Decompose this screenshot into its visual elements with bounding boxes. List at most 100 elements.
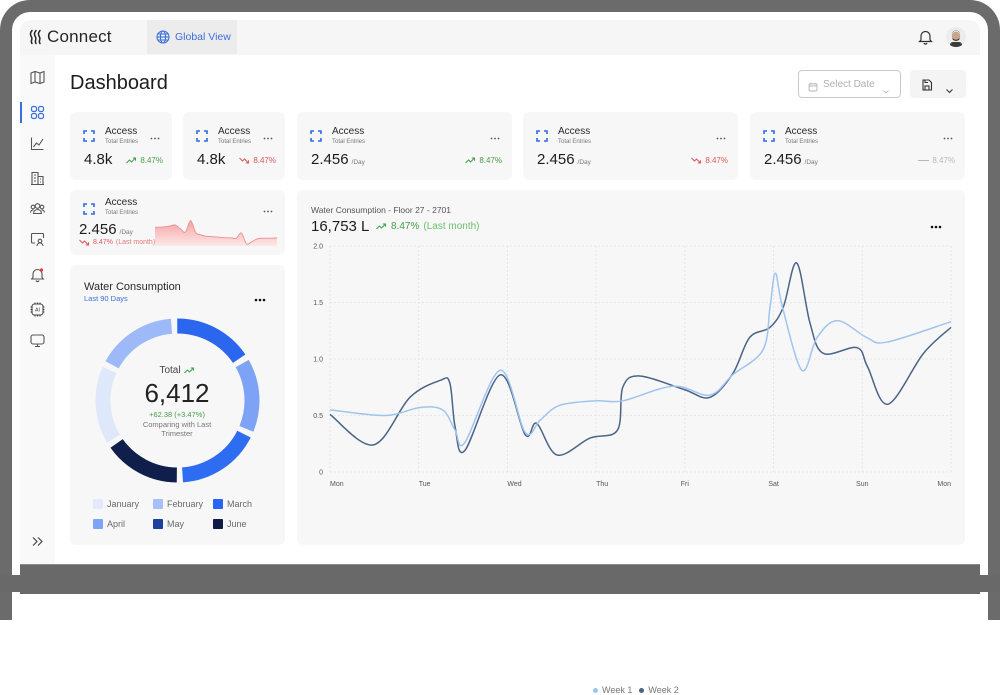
legend-swatch <box>93 519 103 529</box>
display-icon[interactable] <box>29 332 46 349</box>
date-picker[interactable]: Select Date <box>798 70 901 98</box>
more-options-icon[interactable] <box>263 127 273 140</box>
total-label: Total <box>159 365 181 376</box>
kpi-change: 8.47% <box>140 156 163 165</box>
calendar-icon <box>808 79 818 92</box>
donut-segment-may[interactable] <box>181 430 251 483</box>
y-tick-label: 0.5 <box>313 413 323 420</box>
donut-center-label: Total <box>117 365 237 376</box>
donut-segment-february[interactable] <box>105 318 173 369</box>
kpi-card[interactable]: Access Total Entries 2.456/Day 8.47% <box>297 112 512 180</box>
tab-global-view[interactable]: Global View <box>147 20 237 54</box>
y-tick-label: 1.0 <box>313 357 323 364</box>
legend-swatch <box>213 519 223 529</box>
kpi-card[interactable]: Access Total Entries 4.8k 8.47% <box>183 112 285 180</box>
focus-icon <box>83 129 95 142</box>
device-base <box>0 575 1000 592</box>
legend-swatch <box>93 499 103 509</box>
app-logo-text[interactable]: Connect <box>47 27 112 47</box>
sparkline-chart <box>155 220 277 246</box>
x-tick-label: Mon <box>330 481 344 488</box>
kpi-trend: 8.47% <box>239 156 276 165</box>
chevron-down-icon <box>945 81 954 94</box>
building-icon[interactable] <box>29 170 46 187</box>
legend-item-april[interactable]: April <box>93 519 125 529</box>
kpi-value-number: 4.8k <box>197 151 226 168</box>
ai-chip-icon[interactable]: AI <box>29 301 46 318</box>
bell-icon[interactable] <box>918 29 933 45</box>
trend-up-icon <box>126 157 137 164</box>
legend-swatch <box>213 499 223 509</box>
double-chevron-right-icon[interactable] <box>29 533 46 550</box>
focus-icon <box>83 202 95 215</box>
user-avatar[interactable] <box>946 27 966 47</box>
kpi-subtitle: Total Entries <box>105 139 139 145</box>
trend-up-icon <box>465 157 476 164</box>
more-options-icon[interactable] <box>943 127 953 140</box>
kpi-trend: 8.47% <box>691 156 728 165</box>
x-tick-label: Sun <box>856 481 869 488</box>
kpi-trend: 8.47% <box>465 156 502 165</box>
more-options-icon[interactable] <box>490 127 500 140</box>
kpi-subtitle: Total Entries <box>785 139 819 145</box>
kpi-card[interactable]: Access Total Entries 2.456/Day 8.47% <box>750 112 965 180</box>
x-tick-label: Sat <box>768 481 779 488</box>
legend-item-june[interactable]: June <box>213 519 247 529</box>
legend-item-january[interactable]: January <box>93 499 139 509</box>
dashboard-grid-icon[interactable] <box>29 104 46 121</box>
kpi-subtitle: Total Entries <box>558 139 592 145</box>
sparkline-area <box>155 220 277 246</box>
x-tick-label: Thu <box>596 481 608 488</box>
more-options-icon[interactable] <box>150 127 160 140</box>
focus-icon <box>310 129 322 142</box>
more-options-icon[interactable] <box>254 289 266 302</box>
legend-item-march[interactable]: March <box>213 499 252 509</box>
series-line-week-1[interactable] <box>329 272 952 447</box>
chevron-down-icon <box>882 82 890 94</box>
alerts-bell-icon[interactable] <box>29 266 46 283</box>
trend-down-icon <box>691 157 702 164</box>
donut-segment-march[interactable] <box>177 318 246 364</box>
kpi-value-number: 2.456 <box>537 151 575 168</box>
kpi-value: 4.8k <box>84 151 115 168</box>
kpi-trend: 8.47% (Last month) <box>79 239 155 246</box>
kpi-value: 2.456/Day <box>764 151 818 168</box>
focus-icon <box>196 129 208 142</box>
legend-item-may[interactable]: May <box>153 519 184 529</box>
kpi-title: Access <box>558 126 591 137</box>
kpi-change: 8.47% <box>93 239 113 246</box>
save-menu-button[interactable] <box>910 70 966 98</box>
kpi-subtitle: Total Entries <box>105 210 139 216</box>
donut-delta: +62.38 (+3.47%) <box>149 410 205 419</box>
map-icon[interactable] <box>29 69 46 86</box>
svg-text:AI: AI <box>35 308 40 314</box>
globe-icon <box>156 30 170 44</box>
analytics-icon[interactable] <box>29 135 46 152</box>
line-chart-card: Water Consumption - Floor 27 - 2701 16,7… <box>297 190 965 695</box>
users-icon[interactable] <box>29 200 46 217</box>
legend-label-week-1[interactable]: Week 1 <box>602 685 632 695</box>
y-tick-label: 2.0 <box>313 244 323 251</box>
kpi-sparkline-card[interactable]: Access Total Entries 2.456/Day 8.47% (Las… <box>70 190 285 255</box>
donut-segment-april[interactable] <box>235 359 260 432</box>
legend-swatch <box>153 499 163 509</box>
kpi-change: 8.47% <box>253 156 276 165</box>
line-chart-legend: Week 1 Week 2 <box>593 685 679 695</box>
date-placeholder: Select Date <box>823 79 875 90</box>
x-tick-label: Tue <box>419 481 431 488</box>
legend-item-february[interactable]: February <box>153 499 203 509</box>
kpi-card[interactable]: Access Total Entries 2.456/Day 8.47% <box>523 112 738 180</box>
x-tick-label: Mon <box>937 481 951 488</box>
donut-segment-june[interactable] <box>110 438 178 483</box>
donut-card-subtitle[interactable]: Last 90 Days <box>84 294 128 303</box>
donut-segment-january[interactable] <box>95 366 121 443</box>
trend-down-icon <box>239 157 250 164</box>
more-options-icon[interactable] <box>716 127 726 140</box>
kpi-title: Access <box>785 126 818 137</box>
monitor-user-icon[interactable] <box>29 231 46 248</box>
trend-down-icon <box>79 239 90 246</box>
kpi-value-number: 4.8k <box>84 151 113 168</box>
legend-label-week-2[interactable]: Week 2 <box>648 685 678 695</box>
kpi-card[interactable]: Access Total Entries 4.8k 8.47% <box>70 112 172 180</box>
x-tick-label: Wed <box>507 481 521 488</box>
